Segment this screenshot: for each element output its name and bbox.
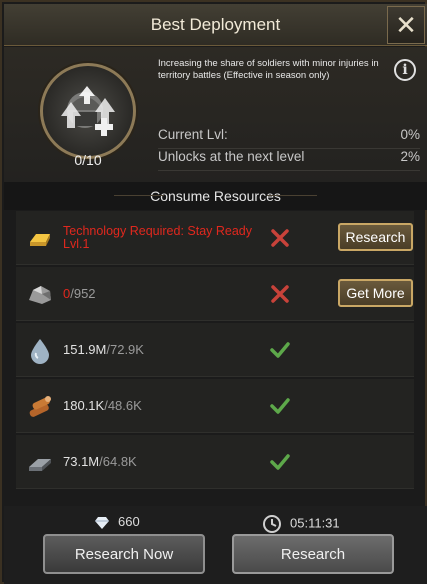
resource-amount: 73.1M/64.8K [63, 454, 137, 469]
resource-amount: 151.9M/72.9K [63, 342, 144, 357]
oil-drop-icon [31, 339, 49, 364]
steel-bar-icon [29, 459, 51, 471]
stat-label: Unlocks at the next level [158, 149, 305, 164]
close-button[interactable]: ✕ [387, 6, 425, 44]
dialog-header: Best Deployment ✕ [4, 4, 427, 46]
diamond-icon [95, 516, 109, 529]
stat-current-level: Current Lvl: 0% [158, 127, 420, 149]
research-requirement-button[interactable]: Research [338, 223, 413, 251]
resource-need: /72.9K [106, 342, 144, 357]
divider-ornament [267, 195, 317, 196]
section-title: Consume Resources [150, 188, 281, 204]
resource-have: 73.1M [63, 454, 100, 469]
soldier-upgrade-icon [40, 63, 136, 159]
tech-description: Increasing the share of soldiers with mi… [158, 58, 379, 81]
check-icon [270, 398, 290, 414]
get-more-button[interactable]: Get More [338, 279, 413, 307]
research-time: 05:11:31 [290, 515, 340, 531]
gem-cost: 660 [94, 514, 140, 530]
wood-logs-icon [29, 396, 51, 417]
resource-amount: 0/952 [63, 286, 96, 301]
resource-have: 180.1K [63, 398, 105, 413]
time-cost: 05:11:31 [262, 514, 340, 534]
resource-need: /64.8K [99, 454, 137, 469]
resource-row-oil: 151.9M/72.9K [16, 323, 414, 377]
divider-ornament [114, 195, 164, 196]
cross-icon [271, 229, 289, 247]
consume-resources-header: Consume Resources [4, 182, 427, 210]
dialog-footer: 660 05:11:31 Research Now Research [4, 506, 427, 584]
stat-next-level: Unlocks at the next level 2% [158, 149, 420, 171]
resource-amount: 180.1K/48.6K [63, 398, 142, 413]
requirement-row: Technology Required: Stay Ready Lvl.1 Re… [16, 211, 414, 265]
resource-have: 151.9M [63, 342, 107, 357]
tech-info: 0/10 Increasing the share of soldiers wi… [4, 47, 427, 182]
research-dialog: Best Deployment ✕ 0/10 Increasing the sh… [0, 0, 427, 584]
gold-bar-icon [30, 234, 50, 246]
stat-value: 0% [400, 127, 420, 142]
dialog-title: Best Deployment [150, 15, 281, 34]
tech-level: 0/10 [74, 152, 102, 168]
research-now-button[interactable]: Research Now [43, 534, 205, 574]
resource-need: /48.6K [104, 398, 142, 413]
stat-value: 2% [400, 149, 420, 164]
gem-amount: 660 [118, 514, 140, 529]
resource-need: /952 [70, 286, 96, 301]
close-icon: ✕ [395, 10, 417, 40]
resource-row-wood: 180.1K/48.6K [16, 379, 414, 433]
research-button[interactable]: Research [232, 534, 394, 574]
info-icon[interactable]: i [394, 59, 416, 81]
cross-icon [271, 285, 289, 303]
resource-row-ore: 0/952 Get More [16, 267, 414, 321]
clock-icon [263, 515, 281, 533]
check-icon [270, 342, 290, 358]
ore-icon [29, 286, 51, 304]
check-icon [270, 454, 290, 470]
resource-row-steel: 73.1M/64.8K [16, 435, 414, 489]
requirement-text: Technology Required: Stay Ready Lvl.1 [63, 224, 253, 251]
stat-label: Current Lvl: [158, 127, 228, 142]
